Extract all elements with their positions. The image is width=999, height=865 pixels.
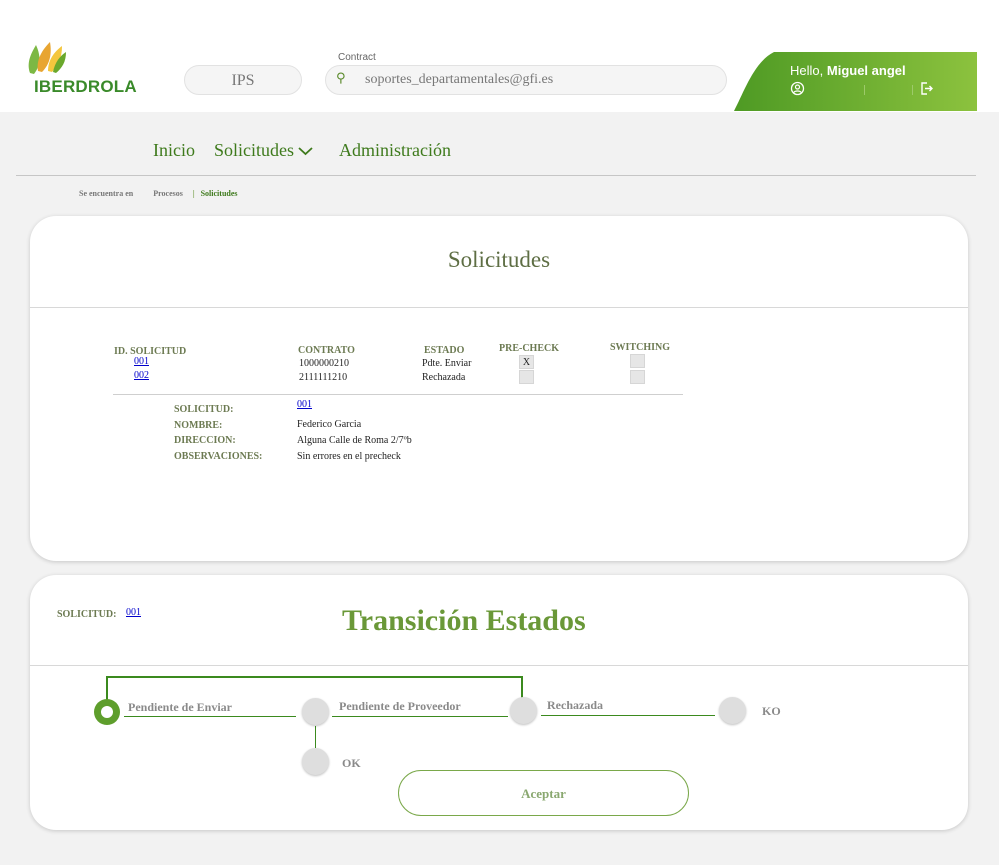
system-selector[interactable]: IPS	[184, 65, 302, 95]
state-label-pendiente-enviar: Pendiente de Enviar	[128, 700, 232, 714]
transicion-solicitud-label: SOLICITUD:	[57, 609, 117, 620]
transicion-title: Transición Estados	[342, 604, 586, 637]
transicion-solicitud-link[interactable]: 001	[126, 607, 141, 618]
transition-connector	[106, 676, 108, 700]
nav-divider	[16, 175, 976, 176]
solicitud-link-002[interactable]: 002	[134, 370, 149, 381]
detail-label-direccion: DIRECCION:	[174, 435, 236, 446]
transition-connector	[124, 716, 296, 717]
state-radio[interactable]	[510, 697, 537, 724]
transition-connector	[521, 676, 523, 698]
state-radio[interactable]	[719, 697, 746, 724]
user-panel	[734, 52, 977, 111]
col-header-id: ID. SOLICITUD	[114, 346, 187, 357]
col-header-contrato: CONTRATO	[298, 345, 355, 356]
detail-label-nombre: NOMBRE:	[174, 420, 223, 431]
contract-label: Contract	[338, 52, 376, 63]
nav-item-inicio[interactable]: Inicio	[153, 140, 195, 161]
table-cell-estado: Rechazada	[422, 372, 466, 383]
state-label-ok: OK	[342, 756, 361, 770]
contract-value: soportes_departamentales@gfi.es	[365, 72, 554, 87]
contract-pin-icon: ⚲	[336, 71, 346, 86]
breadcrumb-procesos[interactable]: Procesos	[153, 189, 183, 198]
detail-value-nombre: Federico Garcia	[297, 419, 362, 430]
breadcrumb-current: Solicitudes	[200, 189, 238, 198]
transition-connector	[315, 726, 316, 748]
table-cell-estado: Pdte. Enviar	[422, 358, 472, 369]
switching-cell[interactable]	[630, 354, 645, 368]
card-divider	[30, 307, 968, 308]
accept-button[interactable]: Aceptar	[398, 770, 689, 816]
header-separator	[864, 85, 865, 95]
detail-label-solicitud: SOLICITUD:	[174, 404, 234, 415]
nav-bar	[0, 112, 999, 176]
col-header-precheck: PRE-CHECK	[499, 343, 559, 354]
user-greeting: Hello, Miguel angel	[790, 63, 906, 78]
switching-cell[interactable]	[630, 370, 645, 384]
table-cell-contrato: 1000000210	[299, 358, 349, 369]
nav-item-administracion[interactable]: Administración	[339, 140, 451, 161]
card-divider	[30, 665, 968, 666]
breadcrumb: Se encuentra en Procesos | Solicitudes	[79, 189, 238, 198]
solicitud-link-001[interactable]: 001	[134, 356, 149, 367]
state-label-ko: KO	[762, 704, 781, 718]
transition-connector	[332, 716, 508, 717]
state-radio[interactable]	[302, 748, 329, 775]
logo-text: IBERDROLA	[34, 77, 137, 96]
logout-icon[interactable]	[919, 81, 934, 96]
precheck-cell[interactable]: X	[519, 355, 534, 369]
precheck-cell[interactable]	[519, 370, 534, 384]
detail-solicitud-link[interactable]: 001	[297, 399, 312, 410]
header-separator	[912, 85, 913, 95]
transition-connector	[541, 715, 715, 716]
col-header-estado: ESTADO	[424, 345, 465, 356]
user-name: Miguel angel	[826, 63, 906, 78]
nav-item-solicitudes[interactable]: Solicitudes	[214, 140, 294, 161]
col-header-switching: SWITCHING	[610, 342, 671, 353]
transition-connector	[106, 676, 523, 678]
state-radio-active[interactable]	[93, 698, 121, 726]
profile-icon[interactable]	[790, 81, 805, 96]
chevron-down-icon[interactable]	[298, 147, 313, 156]
detail-value-direccion: Alguna Calle de Roma 2/7ºb	[297, 435, 412, 446]
table-divider	[113, 394, 683, 395]
table-cell-contrato: 2111111210	[299, 372, 348, 383]
detail-label-observaciones: OBSERVACIONES:	[174, 451, 263, 462]
state-radio[interactable]	[302, 698, 329, 725]
state-label-rechazada: Rechazada	[547, 698, 603, 712]
detail-value-observaciones: Sin errores en el precheck	[297, 451, 401, 462]
page-title: Solicitudes	[447, 247, 551, 272]
state-label-pendiente-proveedor: Pendiente de Proveedor	[339, 699, 461, 713]
